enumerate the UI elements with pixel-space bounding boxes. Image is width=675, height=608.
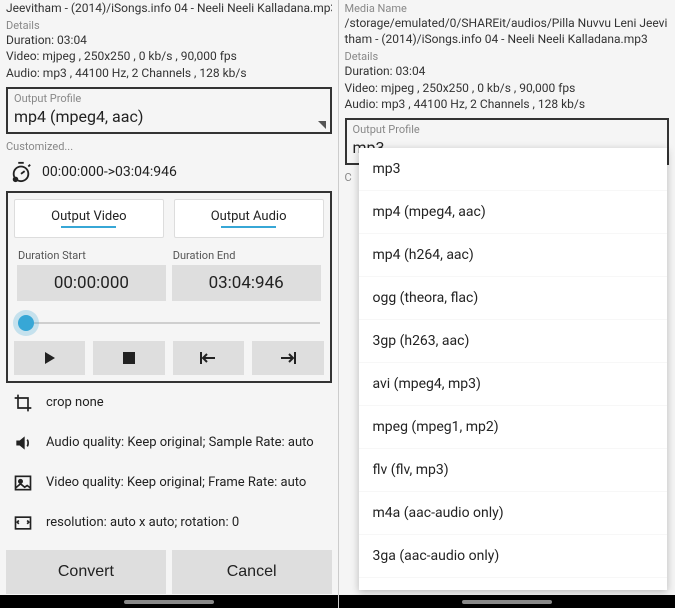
tab-underline (221, 226, 276, 228)
duration-end-value[interactable]: 03:04:946 (172, 265, 321, 301)
setting-text: resolution: auto x auto; rotation: 0 (46, 515, 239, 530)
dropdown-option[interactable]: mp4 (mpeg4, aac) (359, 191, 668, 234)
dropdown-option[interactable]: 3ga (aac-audio only) (359, 535, 668, 578)
duration-start-label: Duration Start (14, 246, 169, 265)
details-audio: Audio: mp3 , 44100 Hz, 2 Channels , 128 … (345, 96, 670, 112)
setting-video[interactable]: Video quality: Keep original; Frame Rate… (6, 463, 332, 503)
file-name: Jeevitham - (2014)/iSongs.info 04 - Neel… (6, 0, 332, 16)
file-path: /storage/emulated/0/SHAREit/audios/Pilla… (345, 15, 670, 47)
left-screen: Jeevitham - (2014)/iSongs.info 04 - Neel… (0, 0, 338, 608)
convert-button[interactable]: Convert (6, 550, 166, 594)
setting-text: crop none (46, 395, 104, 410)
dropdown-option[interactable]: ogg (theora, flac) (359, 277, 668, 320)
dropdown-option[interactable]: oga (flac-audio only) (359, 578, 668, 590)
tab-underline (61, 226, 116, 228)
tab-label: Output Audio (211, 209, 287, 224)
details-label: Details (6, 19, 332, 32)
duration-start-value[interactable]: 00:00:000 (17, 265, 166, 301)
duration-end-label: Duration End (169, 246, 324, 265)
details-duration: Duration: 03:04 (6, 32, 332, 48)
setting-text: Audio quality: Keep original; Sample Rat… (46, 435, 314, 450)
output-profile-field[interactable]: Output Profile mp4 (mpeg4, aac) (6, 87, 332, 134)
tab-output-video[interactable]: Output Video (14, 199, 164, 238)
stop-button[interactable] (93, 341, 164, 375)
setting-text: Video quality: Keep original; Frame Rate… (46, 475, 306, 490)
details-audio: Audio: mp3 , 44100 Hz, 2 Channels , 128 … (6, 65, 332, 81)
dropdown-option[interactable]: avi (mpeg4, mp3) (359, 363, 668, 406)
mark-in-button[interactable] (173, 341, 244, 375)
dropdown-arrow-icon (318, 121, 326, 129)
output-profile-dropdown[interactable]: mp3mp4 (mpeg4, aac)mp4 (h264, aac)ogg (t… (359, 148, 668, 590)
resolution-icon (12, 513, 34, 533)
dropdown-option[interactable]: m4a (aac-audio only) (359, 492, 668, 535)
right-screen: Media Name /storage/emulated/0/SHAREit/a… (338, 0, 675, 608)
nav-pill[interactable] (462, 600, 552, 604)
play-button[interactable] (14, 341, 85, 375)
tab-label: Output Video (51, 209, 126, 224)
dropdown-option[interactable]: 3gp (h263, aac) (359, 320, 668, 363)
slider-track (18, 322, 320, 324)
details-label: Details (345, 50, 670, 63)
crop-icon (12, 393, 34, 413)
setting-audio[interactable]: Audio quality: Keep original; Sample Rat… (6, 423, 332, 463)
tab-output-audio[interactable]: Output Audio (174, 199, 324, 238)
speaker-icon (12, 433, 34, 453)
media-name-label: Media Name (345, 2, 670, 15)
mark-out-button[interactable] (252, 341, 323, 375)
customized-label: Customized... (6, 140, 332, 153)
dropdown-option[interactable]: mp4 (h264, aac) (359, 234, 668, 277)
dropdown-option[interactable]: mpeg (mpeg1, mp2) (359, 406, 668, 449)
clock-timer-icon[interactable] (10, 161, 32, 183)
image-icon (12, 473, 34, 493)
cancel-button[interactable]: Cancel (172, 550, 332, 594)
dropdown-option[interactable]: flv (flv, mp3) (359, 449, 668, 492)
output-panel: Output Video Output Audio Duration Start… (6, 191, 332, 383)
slider-thumb[interactable] (18, 315, 34, 331)
setting-crop[interactable]: crop none (6, 383, 332, 423)
details-duration: Duration: 03:04 (345, 63, 670, 79)
trim-slider[interactable] (18, 315, 320, 331)
output-profile-label: Output Profile (353, 123, 662, 136)
android-nav-bar (0, 595, 338, 608)
details-video: Video: mjpeg , 250x250 , 0 kb/s , 90,000… (345, 80, 670, 96)
details-video: Video: mjpeg , 250x250 , 0 kb/s , 90,000… (6, 48, 332, 64)
nav-pill[interactable] (124, 600, 214, 604)
output-profile-value: mp4 (mpeg4, aac) (14, 107, 324, 126)
time-range: 00:00:000->03:04:946 (42, 164, 177, 180)
output-profile-label: Output Profile (14, 92, 324, 105)
android-nav-bar (339, 595, 675, 608)
dropdown-option[interactable]: mp3 (359, 148, 668, 191)
setting-resolution[interactable]: resolution: auto x auto; rotation: 0 (6, 503, 332, 543)
